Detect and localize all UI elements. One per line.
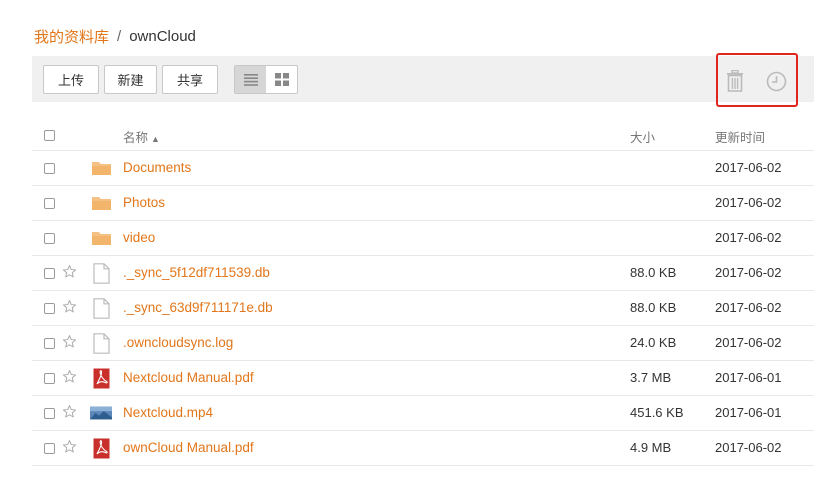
file-type-icon (90, 403, 112, 423)
table-row[interactable]: Documents 2017-06-02 (32, 151, 814, 186)
row-checkbox[interactable] (44, 443, 55, 454)
file-size: 4.9 MB (630, 440, 672, 455)
file-type-icon (90, 368, 112, 388)
video-thumbnail-icon (90, 406, 112, 420)
table-row[interactable]: Nextcloud.mp4 451.6 KB 2017-06-01 (32, 396, 814, 431)
file-name-link[interactable]: Nextcloud Manual.pdf (123, 370, 254, 385)
file-name-link[interactable]: Photos (123, 195, 165, 210)
file-icon (92, 297, 110, 319)
file-type-icon (90, 297, 112, 319)
file-size: 88.0 KB (630, 300, 677, 315)
row-checkbox[interactable] (44, 163, 55, 174)
file-name-link[interactable]: ownCloud Manual.pdf (123, 440, 254, 455)
list-view-button[interactable] (235, 66, 266, 93)
share-button[interactable]: 共享 (162, 65, 218, 94)
file-size: 24.0 KB (630, 335, 677, 350)
file-modified-date: 2017-06-02 (715, 265, 782, 280)
breadcrumb-root-link[interactable]: 我的资料库 (34, 26, 109, 47)
pdf-icon (93, 438, 109, 458)
row-checkbox[interactable] (44, 233, 55, 244)
file-icon (92, 262, 110, 284)
file-name-link[interactable]: video (123, 230, 155, 245)
star-icon (62, 440, 77, 453)
star-icon (62, 370, 77, 383)
file-type-icon (90, 438, 112, 458)
file-modified-date: 2017-06-02 (715, 440, 782, 455)
file-type-icon (90, 158, 112, 178)
file-modified-date: 2017-06-02 (715, 335, 782, 350)
favorite-star-button[interactable] (62, 264, 78, 280)
favorite-star-button[interactable] (62, 439, 78, 455)
favorite-star-button[interactable] (62, 369, 78, 385)
row-checkbox[interactable] (44, 338, 55, 349)
history-icon (766, 71, 786, 91)
file-name-link[interactable]: Documents (123, 160, 191, 175)
row-checkbox[interactable] (44, 408, 55, 419)
file-name-link[interactable]: ._sync_63d9f711171e.db (123, 300, 273, 315)
favorite-star-button[interactable] (62, 404, 78, 420)
size-column-header[interactable]: 大小 (630, 127, 655, 146)
pdf-icon (93, 368, 109, 388)
file-modified-date: 2017-06-02 (715, 300, 782, 315)
file-type-icon (90, 332, 112, 354)
folder-icon (91, 232, 111, 245)
file-name-link[interactable]: Nextcloud.mp4 (123, 405, 213, 420)
name-header-label: 名称 (123, 131, 149, 145)
file-modified-date: 2017-06-01 (715, 405, 782, 420)
grid-view-icon (274, 73, 289, 86)
folder-icon (91, 162, 111, 175)
folder-icon (91, 197, 111, 210)
file-type-icon (90, 262, 112, 284)
file-icon (92, 332, 110, 354)
favorite-star-button[interactable] (62, 299, 78, 315)
select-all-checkbox[interactable] (44, 130, 55, 141)
file-name-link[interactable]: ._sync_5f12df711539.db (123, 265, 270, 280)
table-header: 名称 ▲ 大小 更新时间 (32, 117, 814, 151)
breadcrumb-current: ownCloud (129, 28, 196, 45)
file-modified-date: 2017-06-02 (715, 230, 782, 245)
file-table: 名称 ▲ 大小 更新时间 Documents 2017-06-02 Photos 201… (32, 117, 814, 466)
breadcrumb: 我的资料库 / ownCloud (34, 26, 196, 47)
modified-column-header[interactable]: 更新时间 (715, 127, 765, 146)
file-size: 451.6 KB (630, 405, 684, 420)
file-modified-date: 2017-06-02 (715, 195, 782, 210)
file-size: 88.0 KB (630, 265, 677, 280)
table-row[interactable]: video 2017-06-02 (32, 221, 814, 256)
star-icon (62, 405, 77, 418)
file-modified-date: 2017-06-01 (715, 370, 782, 385)
table-row[interactable]: ownCloud Manual.pdf 4.9 MB 2017-06-02 (32, 431, 814, 466)
trash-icon (727, 70, 743, 92)
file-size: 3.7 MB (630, 370, 672, 385)
table-row[interactable]: Nextcloud Manual.pdf 3.7 MB 2017-06-01 (32, 361, 814, 396)
upload-button[interactable]: 上传 (43, 65, 99, 94)
file-type-icon (90, 228, 112, 248)
row-checkbox[interactable] (44, 198, 55, 209)
row-checkbox[interactable] (44, 268, 55, 279)
star-icon (62, 265, 77, 278)
file-name-link[interactable]: .owncloudsync.log (123, 335, 233, 350)
list-view-icon (243, 73, 258, 86)
table-row[interactable]: ._sync_5f12df711539.db 88.0 KB 2017-06-02 (32, 256, 814, 291)
table-row[interactable]: ._sync_63d9f711171e.db 88.0 KB 2017-06-02 (32, 291, 814, 326)
name-column-header[interactable]: 名称 ▲ (123, 127, 160, 146)
file-modified-date: 2017-06-02 (715, 160, 782, 175)
toolbar: 上传 新建 共享 (32, 53, 814, 107)
grid-view-button[interactable] (266, 66, 297, 93)
file-type-icon (90, 193, 112, 213)
table-row[interactable]: Photos 2017-06-02 (32, 186, 814, 221)
sort-ascending-icon: ▲ (151, 134, 160, 144)
new-button[interactable]: 新建 (104, 65, 157, 94)
breadcrumb-separator: / (117, 28, 122, 45)
star-icon (62, 335, 77, 348)
view-toggle (234, 65, 298, 94)
favorite-star-button[interactable] (62, 334, 78, 350)
table-row[interactable]: .owncloudsync.log 24.0 KB 2017-06-02 (32, 326, 814, 361)
history-button[interactable] (765, 70, 787, 92)
row-checkbox[interactable] (44, 303, 55, 314)
table-body: Documents 2017-06-02 Photos 2017-06-02 video… (32, 151, 814, 466)
star-icon (62, 300, 77, 313)
row-checkbox[interactable] (44, 373, 55, 384)
trash-button[interactable] (724, 70, 746, 92)
